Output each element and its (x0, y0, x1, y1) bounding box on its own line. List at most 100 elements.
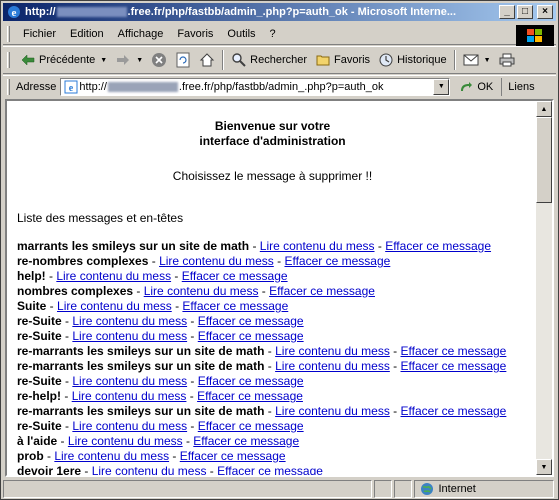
back-arrow-icon (20, 52, 36, 68)
read-message-link[interactable]: Lire contenu du mess (144, 284, 259, 298)
message-title: prob (17, 449, 44, 463)
back-button[interactable]: Précédente ▼ (16, 48, 111, 72)
message-title: re-Suite (17, 329, 62, 343)
menu-outils[interactable]: Outils (220, 28, 262, 40)
read-message-link[interactable]: Lire contenu du mess (72, 374, 187, 388)
title-prefix: http:// (25, 6, 56, 18)
browser-window: e http:// .free.fr/php/fastbb/admin_.php… (0, 0, 559, 500)
read-message-link[interactable]: Lire contenu du mess (260, 239, 375, 253)
go-button[interactable]: OK (450, 79, 501, 95)
delete-message-link[interactable]: Effacer ce message (198, 314, 304, 328)
title-suffix: .free.fr/php/fastbb/admin_.php?p=auth_ok… (127, 6, 457, 18)
mail-icon (463, 52, 479, 68)
minimize-button[interactable]: _ (499, 5, 515, 19)
go-label: OK (477, 80, 494, 93)
read-message-link[interactable]: Lire contenu du mess (56, 269, 171, 283)
globe-icon (419, 481, 435, 497)
delete-message-link[interactable]: Effacer ce message (385, 239, 491, 253)
menu-fichier[interactable]: Fichier (16, 28, 63, 40)
menu-affichage[interactable]: Affichage (111, 28, 171, 40)
delete-message-link[interactable]: Effacer ce message (182, 269, 288, 283)
read-message-link[interactable]: Lire contenu du mess (68, 434, 183, 448)
delete-message-link[interactable]: Effacer ce message (193, 434, 299, 448)
address-dropdown-icon[interactable]: ▼ (433, 78, 450, 95)
status-cell (393, 480, 412, 498)
read-message-link[interactable]: Lire contenu du mess (54, 449, 169, 463)
read-message-link[interactable]: Lire contenu du mess (72, 389, 187, 403)
message-row: re-Suite - Lire contenu du mess - Efface… (17, 419, 304, 433)
history-label: Historique (397, 54, 447, 66)
delete-message-link[interactable]: Effacer ce message (197, 389, 303, 403)
refresh-button[interactable] (171, 48, 195, 72)
close-button[interactable]: × (537, 5, 553, 19)
back-dropdown-icon[interactable]: ▼ (100, 57, 107, 64)
message-row: Suite - Lire contenu du mess - Effacer c… (17, 299, 289, 313)
favorites-icon (315, 52, 331, 68)
menu-help[interactable]: ? (263, 28, 283, 40)
message-row: re-marrants les smileys sur un site de m… (17, 344, 507, 358)
delete-message-link[interactable]: Effacer ce message (182, 299, 288, 313)
read-message-link[interactable]: Lire contenu du mess (72, 329, 187, 343)
links-button[interactable]: Liens (501, 77, 535, 96)
home-icon (199, 52, 215, 68)
scroll-thumb[interactable] (536, 117, 552, 203)
message-title: re-nombres complexes (17, 254, 149, 268)
mail-button[interactable]: ▼ (459, 48, 495, 72)
read-message-link[interactable]: Lire contenu du mess (72, 419, 187, 433)
address-input[interactable]: e http:// .free.fr/php/fastbb/admin_.php… (60, 77, 451, 96)
forward-dropdown-icon[interactable]: ▼ (136, 57, 143, 64)
zone-label: Internet (438, 483, 476, 495)
delete-message-link[interactable]: Effacer ce message (217, 464, 323, 475)
message-row: re-Suite - Lire contenu du mess - Efface… (17, 314, 304, 328)
home-button[interactable] (195, 48, 219, 72)
delete-message-link[interactable]: Effacer ce message (198, 419, 304, 433)
delete-message-link[interactable]: Effacer ce message (401, 359, 507, 373)
print-button[interactable] (495, 48, 519, 72)
message-row: marrants les smileys sur un site de math… (17, 239, 492, 253)
forward-button[interactable]: ▼ (111, 48, 147, 72)
history-button[interactable]: Historique (374, 48, 451, 72)
message-title: nombres complexes (17, 284, 134, 298)
delete-message-link[interactable]: Effacer ce message (401, 404, 507, 418)
search-button[interactable]: Rechercher (227, 48, 311, 72)
menu-edition[interactable]: Edition (63, 28, 111, 40)
delete-message-link[interactable]: Effacer ce message (284, 254, 390, 268)
delete-message-link[interactable]: Effacer ce message (269, 284, 375, 298)
forward-arrow-icon (115, 52, 131, 68)
message-title: re-Suite (17, 314, 62, 328)
url-blurred-host (107, 81, 178, 92)
scroll-up-icon[interactable]: ▲ (536, 101, 552, 117)
scroll-down-icon[interactable]: ▼ (536, 459, 552, 475)
menu-favoris[interactable]: Favoris (170, 28, 220, 40)
url-suffix: .free.fr/php/fastbb/admin_.php?p=auth_ok (178, 80, 384, 93)
url-prefix: http:// (79, 80, 107, 93)
refresh-icon (175, 52, 191, 68)
maximize-button[interactable]: □ (517, 5, 533, 19)
favorites-label: Favoris (334, 54, 371, 66)
read-message-link[interactable]: Lire contenu du mess (57, 299, 172, 313)
message-row: nombres complexes - Lire contenu du mess… (17, 284, 375, 298)
message-row: re-help! - Lire contenu du mess - Efface… (17, 389, 303, 403)
read-message-link[interactable]: Lire contenu du mess (92, 464, 207, 475)
read-message-link[interactable]: Lire contenu du mess (275, 359, 390, 373)
message-title: re-Suite (17, 374, 62, 388)
read-message-link[interactable]: Lire contenu du mess (159, 254, 274, 268)
read-message-link[interactable]: Lire contenu du mess (72, 314, 187, 328)
address-bar: Adresse e http:// .free.fr/php/fastbb/ad… (3, 75, 556, 97)
favorites-button[interactable]: Favoris (311, 48, 374, 72)
history-icon (378, 52, 394, 68)
delete-message-link[interactable]: Effacer ce message (198, 329, 304, 343)
read-message-link[interactable]: Lire contenu du mess (275, 344, 390, 358)
vertical-scrollbar[interactable]: ▲ ▼ (536, 101, 552, 475)
delete-message-link[interactable]: Effacer ce message (401, 344, 507, 358)
standard-toolbar: Précédente ▼ ▼ Rechercher Favoris Histor… (3, 46, 556, 74)
message-title: re-marrants les smileys sur un site de m… (17, 404, 265, 418)
print-icon (499, 52, 515, 68)
delete-message-link[interactable]: Effacer ce message (198, 374, 304, 388)
ie-logo-icon: e (6, 4, 22, 20)
read-message-link[interactable]: Lire contenu du mess (275, 404, 390, 418)
page-subtitle: Choisissez le message à supprimer !! (172, 169, 373, 183)
delete-message-link[interactable]: Effacer ce message (180, 449, 286, 463)
mail-dropdown-icon[interactable]: ▼ (484, 57, 491, 64)
stop-button[interactable] (147, 48, 171, 72)
